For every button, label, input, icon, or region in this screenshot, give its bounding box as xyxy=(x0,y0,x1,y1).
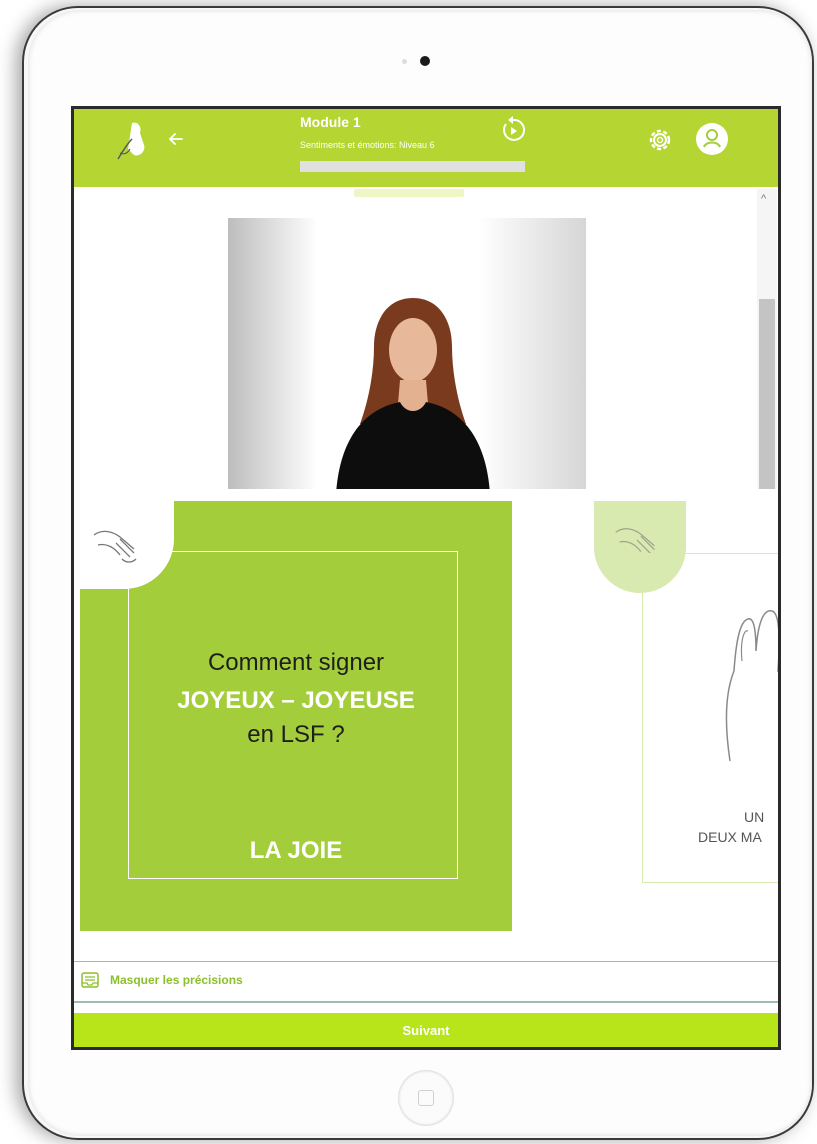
hand-logo-icon[interactable] xyxy=(114,119,154,163)
partially-scrolled-heading xyxy=(354,189,464,197)
module-title: Module 1 xyxy=(300,114,361,130)
card-question-line1: Comment signer xyxy=(207,649,385,676)
divider xyxy=(74,1001,778,1003)
next-card[interactable]: UN DEUX MA xyxy=(594,501,778,931)
app-screen: Module 1 Sentiments et émotions: Niveau … xyxy=(71,106,781,1050)
profile-button[interactable] xyxy=(696,123,728,155)
next-card-text-1: UN xyxy=(744,809,765,825)
card-inner-frame xyxy=(128,551,458,879)
replay-icon[interactable] xyxy=(498,115,528,145)
signer-person-image xyxy=(336,298,490,489)
front-sensor xyxy=(402,59,407,64)
hide-details-label: Masquer les précisions xyxy=(110,973,243,987)
inbox-icon xyxy=(81,972,99,988)
arrow-left-icon[interactable] xyxy=(166,129,186,149)
module-subtitle: Sentiments et émotions: Niveau 6 xyxy=(300,140,435,150)
progress-bar xyxy=(300,161,525,172)
next-card-text-2: DEUX MA xyxy=(698,829,762,845)
next-button[interactable]: Suivant xyxy=(74,1013,778,1047)
hand-outline-icon xyxy=(725,610,778,762)
scrollbar-thumb[interactable] xyxy=(759,299,775,489)
card-answer: LA JOIE xyxy=(249,837,343,864)
card-question-line3: en LSF ? xyxy=(247,721,345,748)
home-button[interactable] xyxy=(398,1070,454,1126)
user-icon xyxy=(703,129,721,148)
card-question-word: JOYEUX – JOYEUSE xyxy=(177,687,415,714)
gear-icon[interactable] xyxy=(645,125,675,155)
top-bar: Module 1 Sentiments et émotions: Niveau … xyxy=(74,109,778,187)
chevron-up-icon[interactable]: ^ xyxy=(761,193,766,205)
sign-question-card[interactable]: Comment signer JOYEUX – JOYEUSE en LSF ?… xyxy=(74,501,512,931)
hide-details-toggle[interactable]: Masquer les précisions xyxy=(74,963,778,1003)
hand-sign-icon xyxy=(93,530,137,563)
front-camera xyxy=(420,56,430,66)
scrollbar[interactable]: ^ xyxy=(757,189,777,489)
sign-video[interactable] xyxy=(228,218,586,489)
divider xyxy=(74,961,778,962)
